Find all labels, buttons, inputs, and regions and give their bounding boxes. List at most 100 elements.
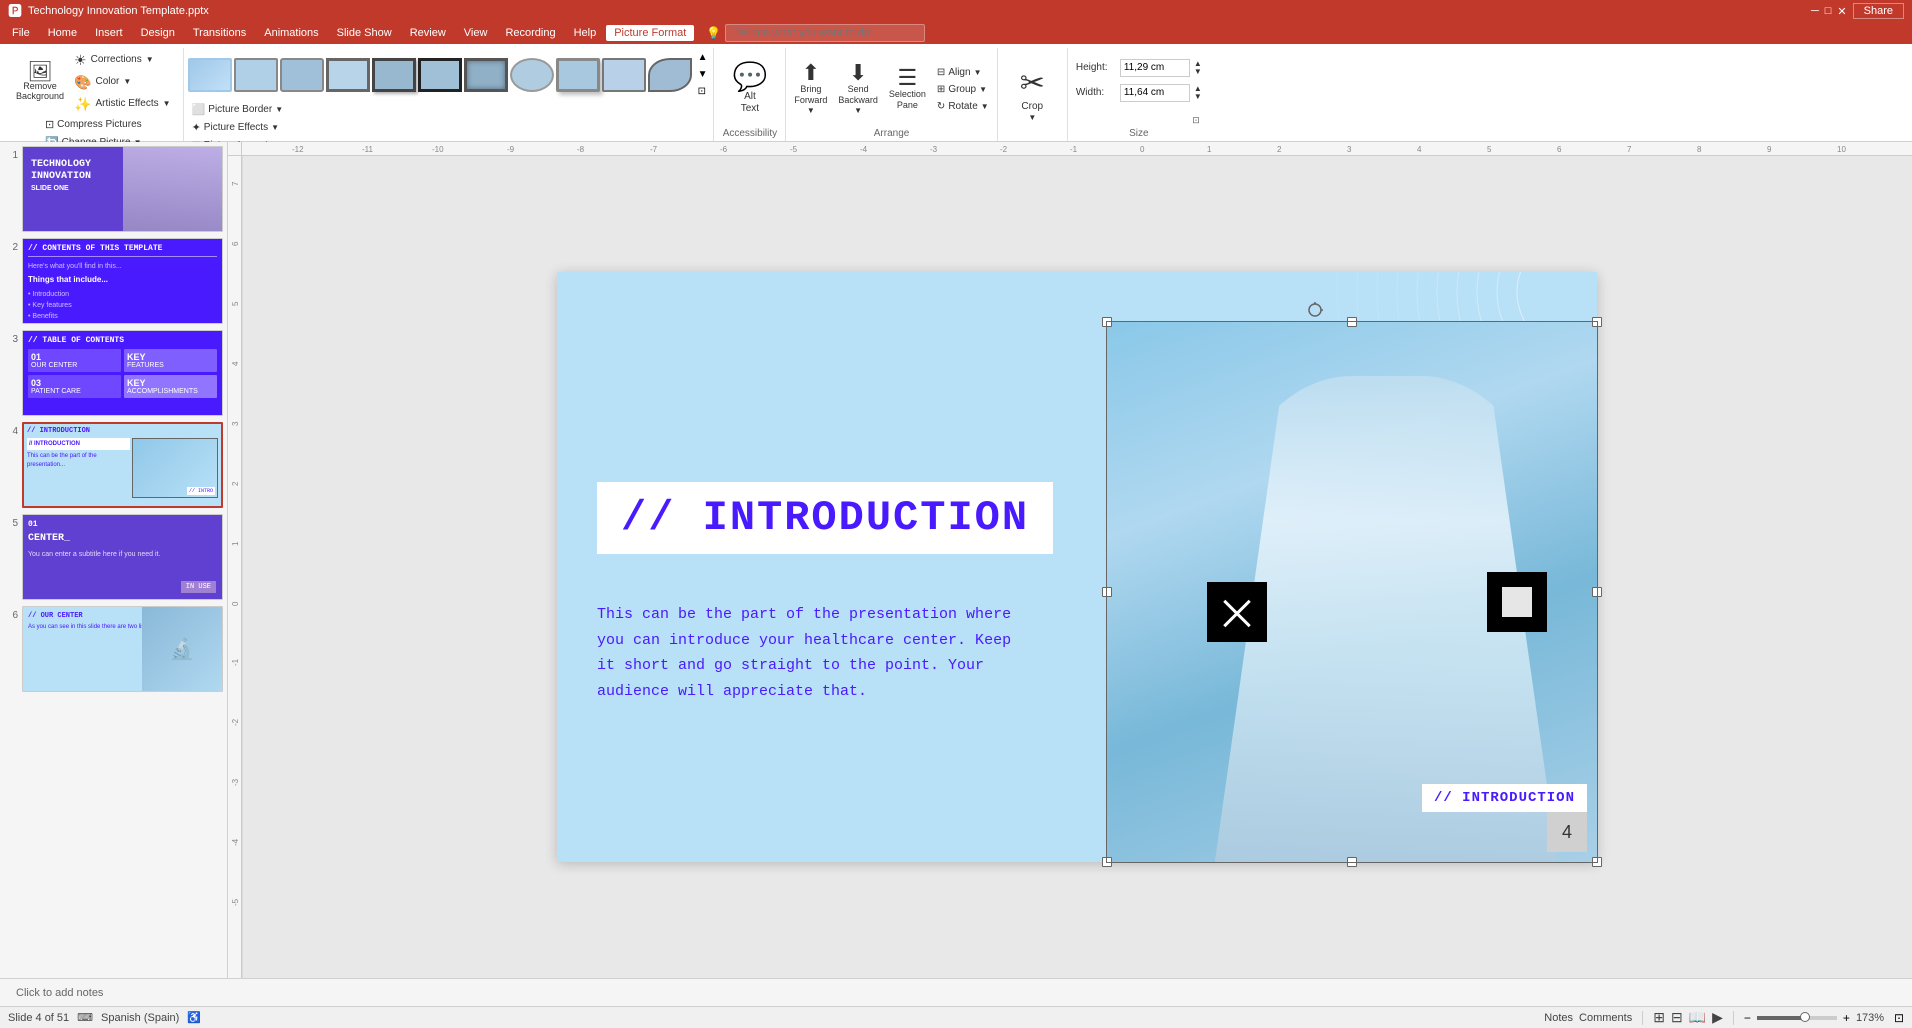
styles-scroll-up[interactable]: ▲ [696,50,710,65]
remove-background-button[interactable]: 🖼 Remove Background [12,59,68,105]
svg-text:-1: -1 [1070,145,1078,154]
color-button[interactable]: 🎨 Color ▼ [70,72,175,92]
handle-mid-right[interactable] [1592,587,1602,597]
style-thumb-5[interactable] [372,58,416,92]
styles-expand[interactable]: ⊡ [696,84,710,99]
zoom-out-button[interactable]: − [1744,1011,1751,1025]
handle-top-right[interactable] [1592,317,1602,327]
handle-mid-left[interactable] [1102,587,1112,597]
svg-text:10: 10 [1837,145,1846,154]
compress-pictures-button[interactable]: ⊡ Compress Pictures [41,116,146,133]
style-thumb-3[interactable] [280,58,324,92]
picture-border-button[interactable]: ⬜ Picture Border ▼ [188,101,710,118]
style-thumb-1[interactable] [188,58,232,92]
slide-thumb-1[interactable]: 1 TECHNOLOGY INNOVATION SLIDE ONE [4,146,223,232]
menu-recording[interactable]: Recording [497,25,563,41]
slide-canvas[interactable]: // INTRODUCTION [242,156,1912,978]
alt-text-button[interactable]: 💬 Alt Text [720,50,779,128]
svg-text:0: 0 [1140,145,1145,154]
handle-bottom-right[interactable] [1592,857,1602,867]
notes-button[interactable]: Notes [1544,1012,1573,1024]
normal-view-button[interactable]: ⊞ [1653,1009,1665,1026]
rotation-handle[interactable] [1307,302,1323,318]
group-button[interactable]: ⊞ Group ▼ [933,82,993,97]
slide-thumb-3[interactable]: 3 // TABLE OF CONTENTS 01 OUR CENTER KEY… [4,330,223,416]
style-thumb-8[interactable] [510,58,554,92]
zoom-level[interactable]: 173% [1856,1012,1888,1024]
ruler-horizontal: -12 -11 -10 -9 -8 -7 -6 -5 -4 -3 -2 -1 0… [242,142,1912,156]
svg-text:-7: -7 [650,145,658,154]
style-thumb-9[interactable] [556,58,600,92]
fit-slide-button[interactable]: ⊡ [1894,1011,1904,1025]
svg-text:-5: -5 [231,898,240,906]
menu-file[interactable]: File [4,25,38,41]
search-input[interactable] [725,24,925,42]
handle-top-center[interactable] [1347,317,1357,327]
slide-thumb-6[interactable]: 6 // OUR CENTER As you can see in this s… [4,606,223,692]
styles-scroll-down[interactable]: ▼ [696,67,710,82]
style-thumb-10[interactable] [602,58,646,92]
slide-thumb-5[interactable]: 5 01 CENTER_ You can enter a subtitle he… [4,514,223,600]
menu-slideshow[interactable]: Slide Show [329,25,400,41]
bring-forward-icon: ⬆ [802,62,820,84]
svg-text:2: 2 [1277,145,1282,154]
corrections-button[interactable]: ☀ Corrections ▼ [70,50,175,70]
menu-home[interactable]: Home [40,25,85,41]
reading-view-button[interactable]: 📖 [1689,1009,1706,1026]
menu-review[interactable]: Review [402,25,454,41]
artistic-effects-button[interactable]: ✨ Artistic Effects ▼ [70,94,175,114]
zoom-in-button[interactable]: + [1843,1011,1850,1025]
height-input[interactable] [1120,59,1190,77]
selection-pane-button[interactable]: ☰ Selection Pane [885,64,930,114]
slide-sorter-button[interactable]: ⊟ [1671,1009,1683,1026]
alt-text-icon: 💬 [732,63,767,91]
svg-text:6: 6 [1557,145,1562,154]
divider2 [1733,1011,1734,1025]
svg-text:9: 9 [1767,145,1772,154]
style-thumb-4[interactable] [326,58,370,92]
menu-picture-format[interactable]: Picture Format [606,25,694,41]
corrections-icon: ☀ [74,53,87,67]
menu-design[interactable]: Design [133,25,183,41]
svg-text:3: 3 [1347,145,1352,154]
svg-text:-3: -3 [231,778,240,786]
title-bar-filename: Technology Innovation Template.pptx [28,5,209,17]
send-backward-button[interactable]: ⬇ Send Backward ▼ [834,59,882,118]
handle-bottom-left[interactable] [1102,857,1112,867]
handle-top-left[interactable] [1102,317,1112,327]
menu-transitions[interactable]: Transitions [185,25,254,41]
size-group: Height: ▲ ▼ Width: ▲ ▼ ⊡ Size [1068,48,1210,141]
slide-thumb-4[interactable]: 4 // INTRODUCTION // INTRODUCTION This c… [4,422,223,508]
svg-text:-12: -12 [292,145,304,154]
svg-text:4: 4 [1417,145,1422,154]
rotate-button[interactable]: ↻ Rotate ▼ [933,99,993,114]
style-thumb-7[interactable] [464,58,508,92]
align-button[interactable]: ⊟ Align ▼ [933,65,993,80]
zoom-slider[interactable] [1757,1016,1837,1020]
slideshow-view-button[interactable]: ▶ [1712,1009,1723,1026]
style-thumb-11[interactable] [648,58,692,92]
menu-help[interactable]: Help [566,25,605,41]
comments-button[interactable]: Comments [1579,1012,1632,1024]
selected-image[interactable]: // INTRODUCTION [1107,322,1597,862]
menu-insert[interactable]: Insert [87,25,131,41]
style-thumb-6[interactable] [418,58,462,92]
notes-area[interactable]: Click to add notes [0,978,1912,1006]
svg-text:-4: -4 [860,145,868,154]
svg-text:5: 5 [231,301,240,306]
style-thumb-2[interactable] [234,58,278,92]
adjust-group: 🖼 Remove Background ☀ Corrections ▼ 🎨 Co… [4,48,184,141]
share-button[interactable]: Share [1853,3,1904,19]
crop-button[interactable]: ✂ Crop ▼ [1006,50,1059,141]
bring-forward-button[interactable]: ⬆ Bring Forward ▼ [790,59,831,118]
slide-thumb-2[interactable]: 2 // CONTENTS OF THIS TEMPLATE Here's wh… [4,238,223,324]
menu-view[interactable]: View [456,25,496,41]
picture-effects-button[interactable]: ✦ Picture Effects ▼ [188,119,710,136]
handle-bottom-center[interactable] [1347,857,1357,867]
height-decrement[interactable]: ▼ [1194,68,1202,76]
width-decrement[interactable]: ▼ [1194,93,1202,101]
svg-text:-4: -4 [231,838,240,846]
menu-animations[interactable]: Animations [256,25,326,41]
width-input[interactable] [1120,84,1190,102]
size-dialog-launcher[interactable]: ⊡ [1190,113,1202,128]
